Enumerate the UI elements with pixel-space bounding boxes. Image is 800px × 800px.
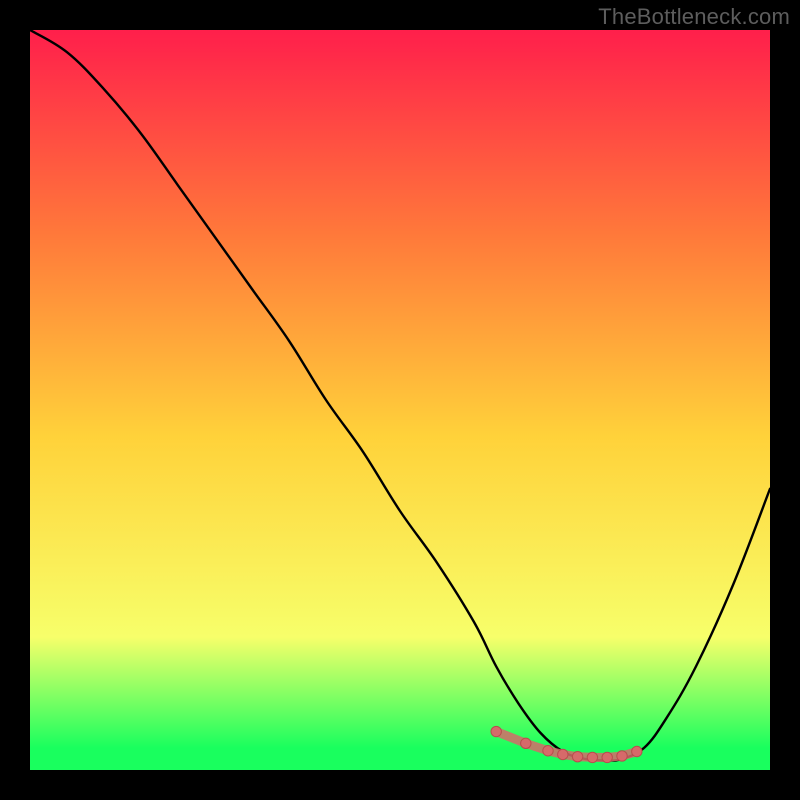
optimal-point bbox=[572, 751, 582, 761]
optimal-point bbox=[543, 746, 553, 756]
bottleneck-chart bbox=[30, 30, 770, 770]
chart-frame: TheBottleneck.com bbox=[0, 0, 800, 800]
optimal-point bbox=[491, 726, 501, 736]
watermark-text: TheBottleneck.com bbox=[598, 4, 790, 30]
optimal-point bbox=[521, 738, 531, 748]
optimal-point bbox=[602, 752, 612, 762]
plot-area bbox=[30, 30, 770, 770]
optimal-point bbox=[632, 746, 642, 756]
optimal-point bbox=[558, 749, 568, 759]
gradient-background bbox=[30, 30, 770, 770]
optimal-point bbox=[617, 751, 627, 761]
optimal-point bbox=[587, 752, 597, 762]
